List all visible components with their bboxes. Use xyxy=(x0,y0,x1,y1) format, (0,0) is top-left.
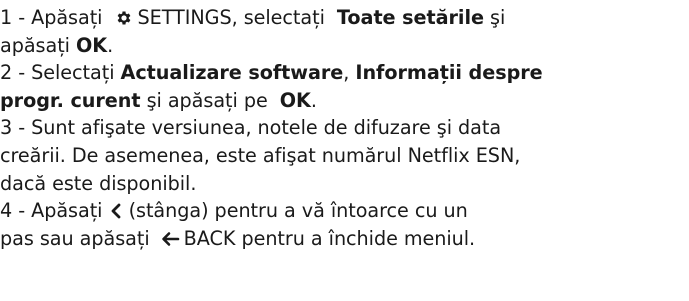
ok-key-label-2: OK xyxy=(279,88,311,112)
step-2-separator: , xyxy=(343,61,356,85)
step-4-line2-prefix: pas sau apăsați xyxy=(0,226,156,250)
back-key-label: BACK xyxy=(183,226,236,250)
step-3-line-2: creării. De asemenea, este afişat număru… xyxy=(0,143,521,167)
gear-icon xyxy=(115,7,133,35)
step-1-line-2: apăsați OK. xyxy=(0,32,689,60)
menu-item-all-settings: Toate setările xyxy=(336,6,484,29)
instructions-document: 1 - Apăsați SETTINGS, selectați Toate se… xyxy=(0,0,689,301)
step-1-line2-prefix: apăsați xyxy=(0,33,77,57)
step-1-prefix: 1 - Apăsați xyxy=(0,6,109,29)
step-4-post: (stânga) pentru a vă întoarce cu un xyxy=(122,199,468,223)
step-1-post: şi xyxy=(483,6,506,29)
step-4-line-2: pas sau apăsați BACK pentru a închide me… xyxy=(0,225,689,253)
step-1-mid: , selectați xyxy=(231,6,331,29)
menu-item-current-software-info-cont: progr. curent xyxy=(0,88,141,112)
step-4-line2-post: pentru a închide meniul. xyxy=(235,226,476,250)
arrow-left-icon xyxy=(160,228,180,256)
step-2-mid: şi apăsați pe xyxy=(140,88,274,112)
step-2-line-2: progr. curent şi apăsați pe OK. xyxy=(0,87,689,115)
chevron-left-icon xyxy=(109,200,123,228)
menu-item-software-update: Actualizare software xyxy=(120,61,344,85)
step-3-line-3: dacă este disponibil. xyxy=(0,171,197,195)
menu-item-current-software-info: Informații despre xyxy=(355,61,543,85)
step-2-prefix: 2 - Selectați xyxy=(0,61,121,85)
step-1-line-1: 1 - Apăsați SETTINGS, selectați Toate se… xyxy=(0,4,689,32)
step-1-line2-post: . xyxy=(107,33,114,57)
step-2-line-1: 2 - Selectați Actualizare software, Info… xyxy=(0,59,689,87)
step-4-line-1: 4 - Apăsați (stânga) pentru a vă întoarc… xyxy=(0,197,689,225)
step-2-post: . xyxy=(310,88,317,112)
ok-key-label: OK xyxy=(76,33,108,57)
step-3-line-1: 3 - Sunt afişate versiunea, notele de di… xyxy=(0,116,502,140)
step-4-prefix: 4 - Apăsați xyxy=(0,199,109,223)
settings-key-label: SETTINGS xyxy=(137,6,232,29)
